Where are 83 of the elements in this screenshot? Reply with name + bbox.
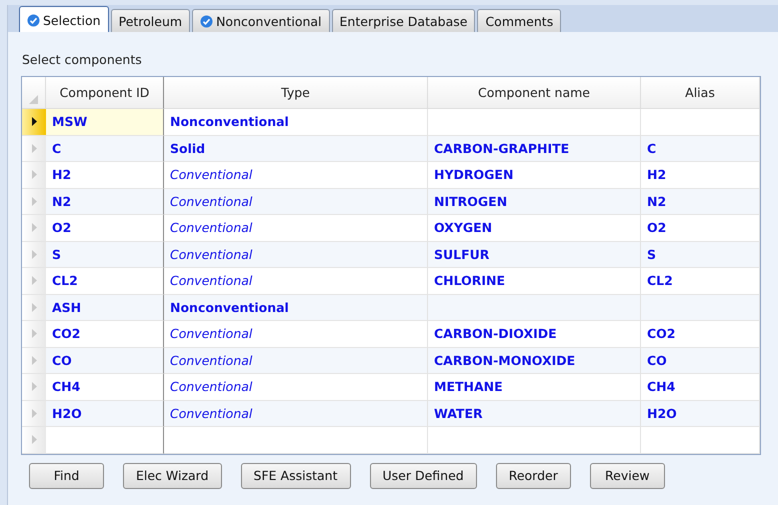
table-cell: S (641, 242, 760, 268)
column-header[interactable]: Alias (641, 77, 760, 109)
tab-label: Enterprise Database (340, 14, 468, 28)
table-cell: Conventional (164, 348, 428, 374)
table-cell: METHANE (428, 374, 641, 400)
column-header[interactable]: Component name (428, 77, 641, 109)
table-cell: C (46, 136, 164, 162)
row-arrow-icon (32, 223, 36, 232)
action-button[interactable]: SFE Assistant (240, 462, 350, 488)
table-cell: C (641, 136, 760, 162)
table-cell: CO (46, 348, 164, 374)
table-cell: CO (641, 348, 760, 374)
table-cell: Nonconventional (164, 109, 428, 136)
row-arrow-icon (32, 170, 36, 180)
corner-icon (29, 95, 38, 104)
table-cell: OXYGEN (428, 215, 641, 242)
table-cell: MSW (46, 109, 164, 136)
table-cell: CO2 (46, 321, 164, 348)
table-cell: Conventional (164, 268, 428, 294)
table-cell: Conventional (164, 321, 428, 348)
tab-label: Selection (43, 12, 101, 28)
table-cell: CL2 (641, 268, 760, 294)
check-icon (27, 14, 40, 26)
table-cell: O2 (46, 215, 164, 242)
table-cell: SULFUR (428, 242, 641, 268)
table-cell: S (46, 242, 164, 268)
table-cell: Conventional (164, 188, 428, 215)
table-cell: Conventional (164, 162, 428, 188)
tab[interactable]: Nonconventional (192, 9, 330, 32)
section-heading: Select components (21, 51, 143, 69)
table-cell: N2 (46, 188, 164, 215)
table-cell: CHLORINE (428, 268, 641, 294)
current-row-icon (32, 117, 36, 126)
table-cell: Solid (164, 136, 428, 162)
table-cell: H2 (46, 162, 164, 188)
new-row-cell[interactable] (46, 427, 164, 454)
tab[interactable]: Comments (477, 9, 562, 32)
table-cell: CH4 (46, 374, 164, 400)
row-arrow-icon (32, 435, 36, 444)
table-cell: CARBON-DIOXIDE (428, 321, 641, 348)
table-cell: Nonconventional (164, 294, 428, 321)
table-cell: Conventional (164, 215, 428, 242)
table-cell: N2 (641, 188, 760, 215)
table-cell: WATER (428, 400, 641, 427)
table-cell: H2O (46, 400, 164, 427)
tab[interactable]: Petroleum (110, 9, 190, 32)
table-cell: H2 (641, 162, 760, 188)
row-arrow-icon (32, 144, 36, 153)
table-cell: O2 (641, 215, 760, 242)
row-arrow-icon (32, 382, 36, 392)
table-cell: Conventional (164, 242, 428, 268)
row-arrow-icon (32, 329, 36, 338)
check-icon (200, 14, 214, 28)
action-button[interactable]: Find (29, 462, 104, 488)
action-button[interactable]: Reorder (496, 462, 571, 488)
action-button[interactable]: Review (590, 462, 665, 488)
table-cell: HYDROGEN (428, 162, 641, 188)
row-arrow-icon (32, 302, 36, 312)
row-arrow-icon (32, 250, 36, 259)
tab-label: Comments (485, 14, 554, 28)
action-button[interactable]: Elec Wizard (123, 462, 222, 488)
tab-label: Petroleum (118, 14, 182, 28)
table-cell: ASH (46, 294, 164, 321)
tab-label: Nonconventional (216, 14, 322, 28)
tab[interactable]: Selection (19, 6, 109, 33)
column-header[interactable]: Type (164, 77, 428, 109)
table-cell: CO2 (641, 321, 760, 348)
table-cell: CARBON-GRAPHITE (428, 136, 641, 162)
table-cell: H2O (641, 400, 760, 427)
column-header[interactable]: Component ID (46, 77, 164, 109)
table-cell: CH4 (641, 374, 760, 400)
row-arrow-icon (32, 408, 36, 418)
table-cell: Conventional (164, 400, 428, 427)
row-header[interactable] (22, 109, 46, 136)
action-button[interactable]: User Defined (370, 462, 477, 488)
table-cell: NITROGEN (428, 188, 641, 215)
table-cell: CL2 (46, 268, 164, 294)
row-arrow-icon (32, 196, 36, 206)
row-arrow-icon (32, 356, 36, 365)
table-cell: CARBON-MONOXIDE (428, 348, 641, 374)
tab[interactable]: Enterprise Database (332, 9, 476, 32)
table-cell: Conventional (164, 374, 428, 400)
row-arrow-icon (32, 276, 36, 286)
